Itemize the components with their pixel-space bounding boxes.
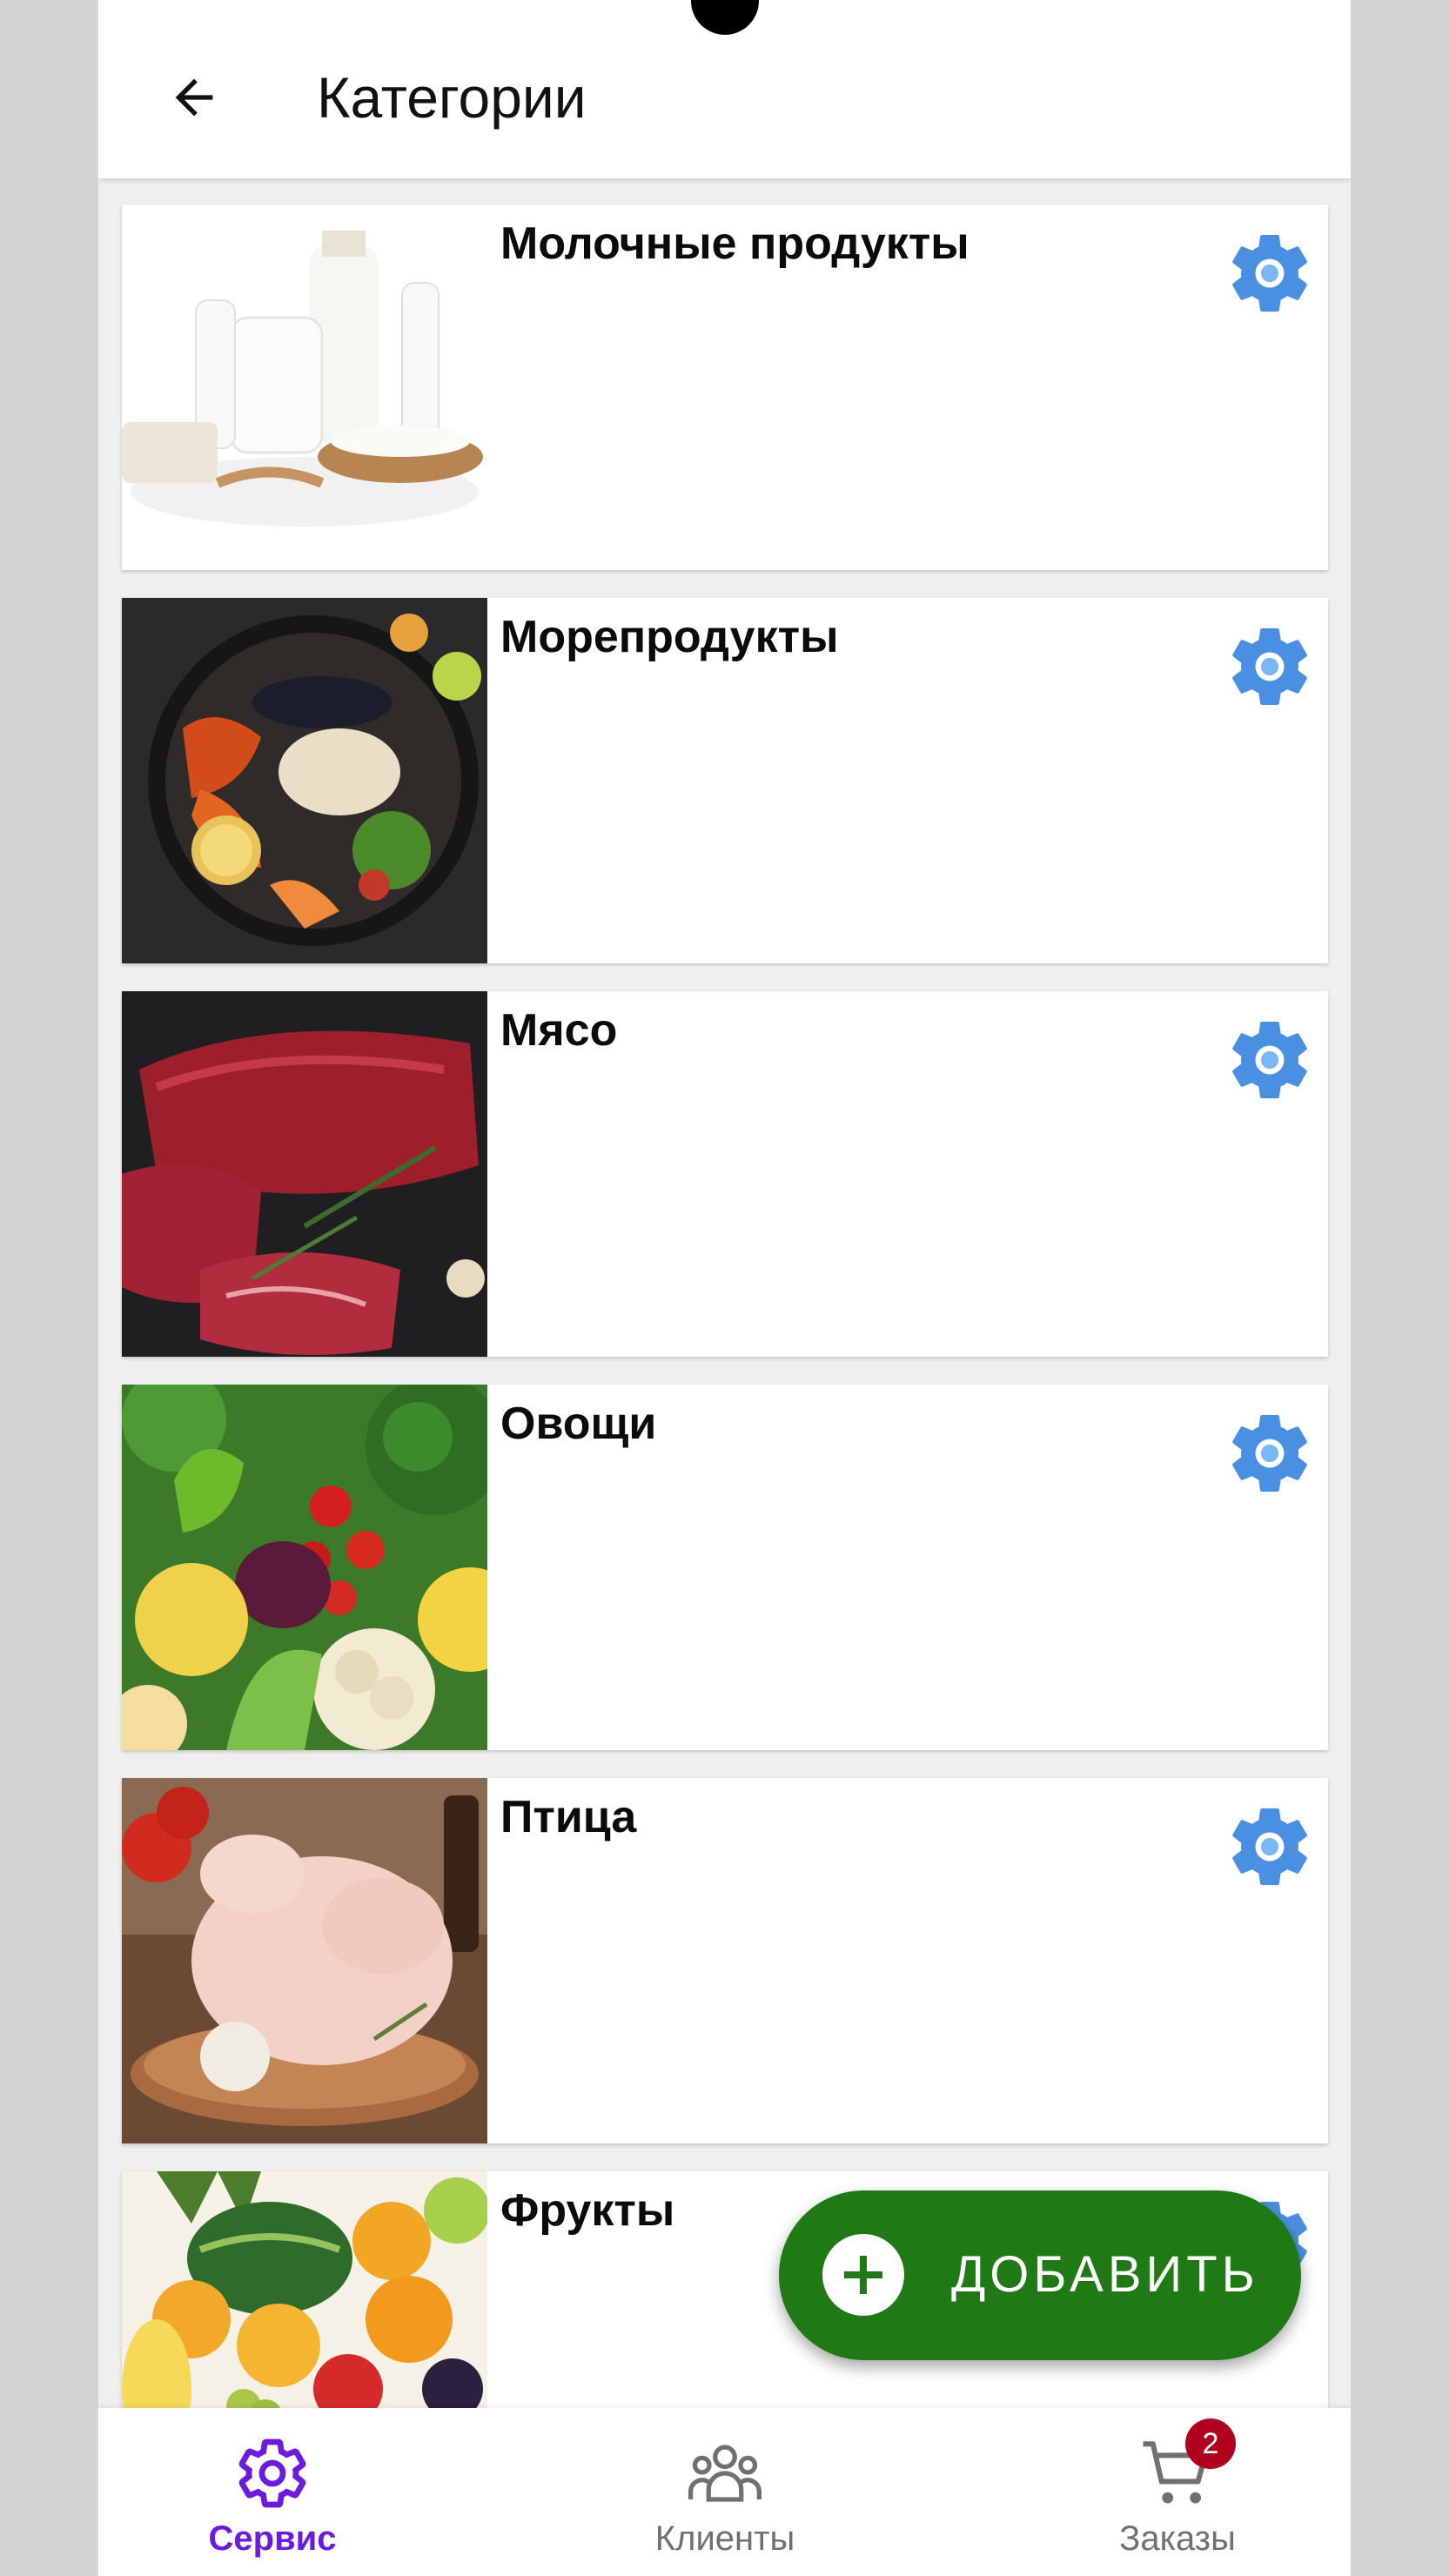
- category-image-poultry: [122, 1778, 487, 2143]
- gear-icon: [1232, 627, 1307, 705]
- people-icon: [686, 2434, 764, 2512]
- add-button-label: ДОБАВИТЬ: [951, 2246, 1259, 2303]
- category-image-meat: [122, 991, 487, 1357]
- nav-item-orders[interactable]: 2 Заказы: [1047, 2408, 1308, 2576]
- nav-item-clients[interactable]: Клиенты: [594, 2408, 855, 2576]
- arrow-left-icon: [175, 78, 213, 117]
- category-title: Молочные продукты: [500, 218, 969, 269]
- category-title: Фрукты: [500, 2185, 675, 2236]
- app-screen: Категории Молочные продукты Морепродукты…: [98, 0, 1351, 2576]
- category-title: Мясо: [500, 1005, 618, 1056]
- category-card-meat[interactable]: Мясо: [122, 991, 1328, 1357]
- gear-icon: [233, 2434, 312, 2512]
- category-settings-button[interactable]: [1222, 619, 1318, 714]
- gear-icon: [1232, 1021, 1307, 1098]
- gear-icon: [1232, 1414, 1307, 1492]
- category-image-dairy: [122, 205, 487, 570]
- category-title: Птица: [500, 1792, 637, 1842]
- category-image-vegetables: [122, 1385, 487, 1750]
- category-settings-button[interactable]: [1222, 1799, 1318, 1895]
- bottom-navigation: Сервис Клиенты 2 Заказы: [98, 2408, 1351, 2576]
- orders-count-badge: 2: [1185, 2418, 1236, 2469]
- plus-icon: [822, 2234, 904, 2316]
- nav-item-service[interactable]: Сервис: [142, 2408, 403, 2576]
- category-title: Овощи: [500, 1399, 657, 1449]
- category-settings-button[interactable]: [1222, 1012, 1318, 1108]
- category-settings-button[interactable]: [1222, 225, 1318, 321]
- category-card-vegetables[interactable]: Овощи: [122, 1385, 1328, 1750]
- back-button[interactable]: [149, 52, 239, 143]
- category-card-seafood[interactable]: Морепродукты: [122, 598, 1328, 963]
- gear-icon: [1232, 234, 1307, 312]
- nav-label-clients: Клиенты: [654, 2519, 795, 2558]
- category-settings-button[interactable]: [1222, 1405, 1318, 1501]
- category-card-poultry[interactable]: Птица: [122, 1778, 1328, 2143]
- category-card-dairy[interactable]: Молочные продукты: [122, 205, 1328, 570]
- nav-label-service: Сервис: [208, 2519, 337, 2558]
- gear-icon: [1232, 1808, 1307, 1885]
- nav-label-orders: Заказы: [1119, 2519, 1236, 2558]
- cart-icon: 2: [1138, 2418, 1236, 2512]
- page-title: Категории: [317, 65, 587, 130]
- category-title: Морепродукты: [500, 612, 839, 662]
- category-image-seafood: [122, 598, 487, 963]
- add-category-button[interactable]: ДОБАВИТЬ: [779, 2190, 1301, 2360]
